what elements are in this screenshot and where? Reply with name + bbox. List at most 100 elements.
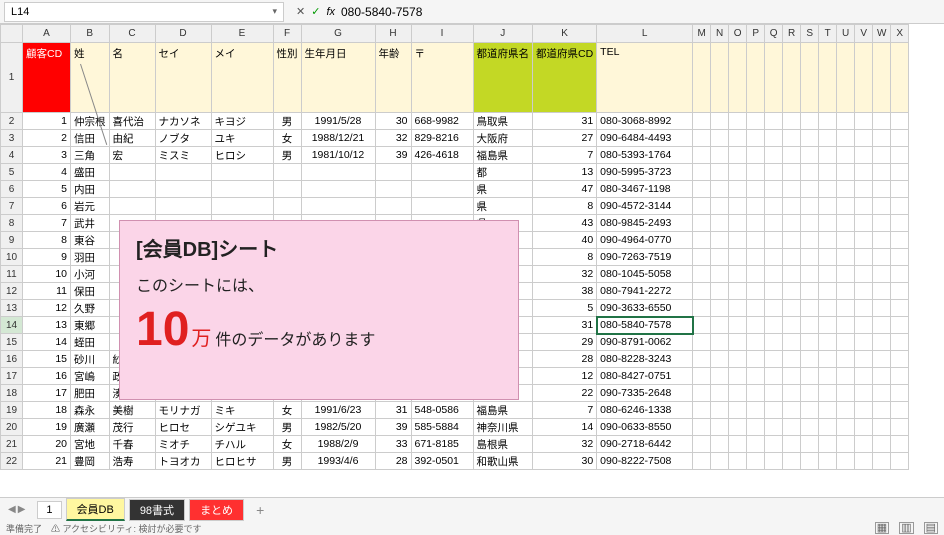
- cell[interactable]: [855, 215, 873, 232]
- cell[interactable]: [375, 164, 411, 181]
- cell[interactable]: [891, 351, 909, 368]
- cell[interactable]: [855, 113, 873, 130]
- cell[interactable]: [711, 249, 729, 266]
- col-head-W[interactable]: W: [873, 25, 891, 43]
- cell[interactable]: [711, 198, 729, 215]
- cell[interactable]: 島根県: [473, 436, 533, 453]
- cell[interactable]: [855, 385, 873, 402]
- cell[interactable]: [891, 453, 909, 470]
- cell[interactable]: 東谷: [71, 232, 110, 249]
- header-cell[interactable]: [873, 43, 891, 113]
- row-head-19[interactable]: 19: [1, 402, 23, 419]
- cell[interactable]: 福島県: [473, 402, 533, 419]
- cell[interactable]: 武井: [71, 215, 110, 232]
- cell[interactable]: 32: [533, 266, 597, 283]
- cell[interactable]: 29: [533, 334, 597, 351]
- cell[interactable]: 茂行: [109, 419, 155, 436]
- cell[interactable]: [837, 198, 855, 215]
- cell[interactable]: [765, 113, 783, 130]
- header-cell[interactable]: [819, 43, 837, 113]
- cell[interactable]: [765, 317, 783, 334]
- cell[interactable]: [801, 164, 819, 181]
- cell[interactable]: [819, 402, 837, 419]
- col-head-X[interactable]: X: [891, 25, 909, 43]
- cell[interactable]: 27: [533, 130, 597, 147]
- row-head-17[interactable]: 17: [1, 368, 23, 385]
- cell[interactable]: シゲユキ: [211, 419, 273, 436]
- cell[interactable]: 31: [375, 402, 411, 419]
- cell[interactable]: [801, 147, 819, 164]
- cell[interactable]: [765, 351, 783, 368]
- cell[interactable]: 1988/12/21: [301, 130, 375, 147]
- cell[interactable]: 宮嶋: [71, 368, 110, 385]
- cell[interactable]: [711, 147, 729, 164]
- cell[interactable]: [891, 164, 909, 181]
- cell[interactable]: [819, 232, 837, 249]
- cell[interactable]: [891, 266, 909, 283]
- cell[interactable]: [873, 453, 891, 470]
- cell[interactable]: 1993/4/6: [301, 453, 375, 470]
- cell[interactable]: [837, 453, 855, 470]
- cell[interactable]: [729, 351, 747, 368]
- cell[interactable]: [855, 266, 873, 283]
- col-head-J[interactable]: J: [473, 25, 533, 43]
- cell[interactable]: [711, 334, 729, 351]
- cell[interactable]: [693, 215, 711, 232]
- cell[interactable]: [801, 436, 819, 453]
- cell[interactable]: [747, 402, 765, 419]
- cell[interactable]: [801, 317, 819, 334]
- cell[interactable]: [837, 419, 855, 436]
- cell[interactable]: [873, 385, 891, 402]
- cell[interactable]: [711, 215, 729, 232]
- col-head-K[interactable]: K: [533, 25, 597, 43]
- cell[interactable]: [873, 181, 891, 198]
- cell[interactable]: [693, 419, 711, 436]
- cell[interactable]: 7: [533, 402, 597, 419]
- cell[interactable]: [747, 232, 765, 249]
- row-head-16[interactable]: 16: [1, 351, 23, 368]
- cell[interactable]: 090-8222-7508: [597, 453, 693, 470]
- row-head-15[interactable]: 15: [1, 334, 23, 351]
- cell[interactable]: [693, 402, 711, 419]
- cell[interactable]: [747, 351, 765, 368]
- cell[interactable]: [693, 198, 711, 215]
- cell[interactable]: [747, 181, 765, 198]
- header-cell[interactable]: 姓: [71, 43, 110, 113]
- cell[interactable]: [729, 436, 747, 453]
- cell[interactable]: 21: [23, 453, 71, 470]
- cell[interactable]: [891, 249, 909, 266]
- cell[interactable]: [837, 436, 855, 453]
- cell[interactable]: [693, 453, 711, 470]
- cell[interactable]: [801, 283, 819, 300]
- cell[interactable]: [765, 300, 783, 317]
- cell[interactable]: [375, 181, 411, 198]
- row-head-18[interactable]: 18: [1, 385, 23, 402]
- cell[interactable]: 鳥取県: [473, 113, 533, 130]
- cell[interactable]: 39: [375, 419, 411, 436]
- cell[interactable]: [891, 385, 909, 402]
- cell[interactable]: 砂川: [71, 351, 110, 368]
- cell[interactable]: [711, 436, 729, 453]
- cell[interactable]: [747, 147, 765, 164]
- cell[interactable]: [855, 300, 873, 317]
- cell[interactable]: 盛田: [71, 164, 110, 181]
- cell[interactable]: [801, 181, 819, 198]
- cell[interactable]: 1: [23, 113, 71, 130]
- cell[interactable]: 男: [273, 147, 301, 164]
- cell[interactable]: [747, 266, 765, 283]
- cell[interactable]: 090-7263-7519: [597, 249, 693, 266]
- cell[interactable]: [765, 453, 783, 470]
- cell[interactable]: ユキ: [211, 130, 273, 147]
- cell[interactable]: [783, 402, 801, 419]
- cell[interactable]: [747, 249, 765, 266]
- cell[interactable]: [211, 164, 273, 181]
- cell[interactable]: [819, 266, 837, 283]
- cell[interactable]: [729, 198, 747, 215]
- cell[interactable]: 080-5393-1764: [597, 147, 693, 164]
- cell[interactable]: 宮地: [71, 436, 110, 453]
- cell[interactable]: [873, 232, 891, 249]
- cell[interactable]: 392-0501: [411, 453, 473, 470]
- cell[interactable]: [783, 300, 801, 317]
- cell[interactable]: [783, 436, 801, 453]
- cell[interactable]: [837, 113, 855, 130]
